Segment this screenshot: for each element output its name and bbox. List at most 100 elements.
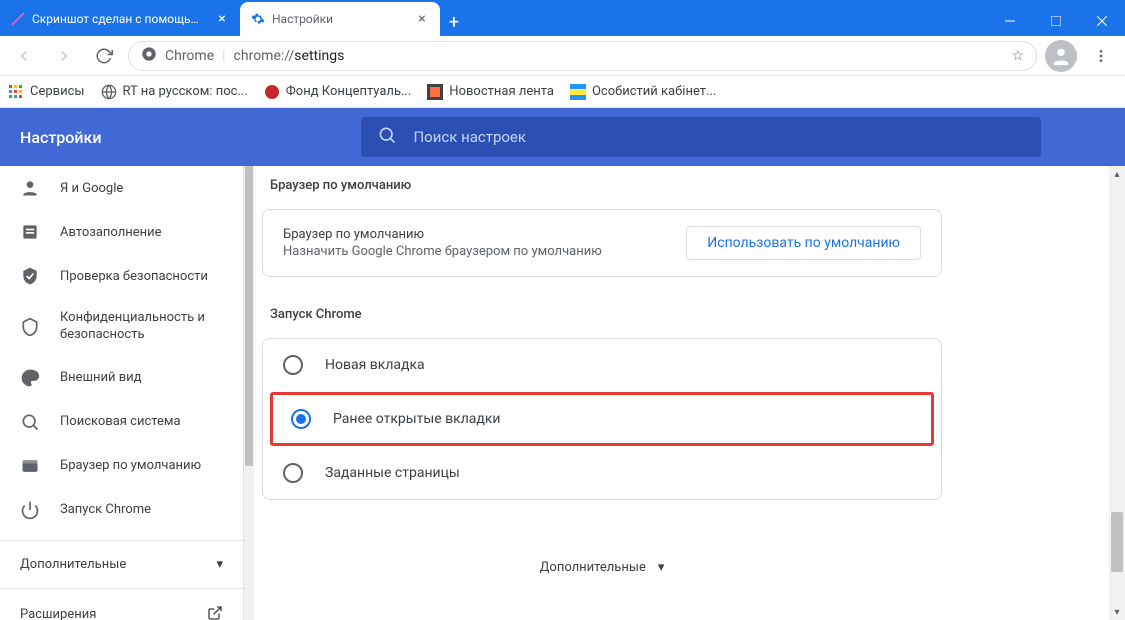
sidebar-item-label: Я и Google	[60, 181, 123, 196]
advanced-label: Дополнительные	[20, 557, 126, 572]
browser-icon	[20, 456, 40, 476]
bookmark-label: RT на русском: пос...	[123, 84, 248, 99]
search-icon	[20, 412, 40, 432]
palette-icon	[20, 368, 40, 388]
star-icon[interactable]: ☆	[1011, 48, 1024, 64]
startup-option-newtab[interactable]: Новая вкладка	[263, 339, 941, 391]
favicon-icon	[570, 84, 586, 100]
autofill-icon	[20, 222, 40, 242]
option-label: Новая вкладка	[325, 357, 425, 373]
settings-search-input[interactable]	[413, 128, 1025, 146]
chevron-down-icon: ▾	[216, 557, 223, 572]
sidebar-item-appearance[interactable]: Внешний вид	[0, 356, 243, 400]
shield-icon	[20, 317, 40, 337]
option-label: Заданные страницы	[325, 465, 460, 481]
sidebar-item-label: Автозаполнение	[60, 225, 162, 240]
scroll-down-icon[interactable]: ▾	[1109, 604, 1125, 620]
settings-header: Настройки	[0, 108, 1125, 166]
browser-tab-active[interactable]: Настройки ×	[240, 2, 440, 36]
advanced-label: Дополнительные	[540, 560, 646, 575]
scroll-up-icon[interactable]: ▴	[1109, 166, 1125, 182]
settings-gear-icon	[250, 11, 266, 27]
sidebar-scrollbar-thumb[interactable]	[245, 166, 253, 466]
sidebar-item-profile[interactable]: Я и Google	[0, 166, 243, 210]
reload-button[interactable]	[88, 40, 120, 72]
bookmarks-bar: Сервисы RT на русском: пос... Фонд Конце…	[0, 76, 1125, 108]
scrollbar-thumb[interactable]	[1111, 512, 1123, 572]
extensions-label: Расширения	[20, 607, 96, 620]
globe-icon	[101, 84, 117, 100]
sidebar-item-label: Конфиденциальность и безопасность	[60, 310, 223, 344]
default-browser-subtitle: Назначить Google Chrome браузером по умо…	[283, 244, 602, 259]
url-path: settings	[294, 48, 344, 64]
sidebar-item-label: Внешний вид	[60, 370, 142, 385]
new-tab-button[interactable]: +	[440, 8, 468, 36]
chevron-down-icon: ▾	[658, 560, 665, 575]
bookmark-label: Сервисы	[30, 84, 85, 99]
sidebar-item-startup[interactable]: Запуск Chrome	[0, 488, 243, 532]
startup-option-continue[interactable]: Ранее открытые вкладки	[271, 393, 933, 445]
window-minimize-button[interactable]	[987, 6, 1033, 36]
sidebar-item-default-browser[interactable]: Браузер по умолчанию	[0, 444, 243, 488]
omnibox-app-label: Chrome	[165, 48, 214, 64]
bookmark-item[interactable]: Особистий кабінет...	[570, 84, 716, 100]
sidebar-item-label: Проверка безопасности	[60, 269, 208, 284]
bookmark-item[interactable]: Фонд Концептуаль...	[264, 84, 412, 100]
shield-check-icon	[20, 266, 40, 286]
sidebar-advanced-toggle[interactable]: Дополнительные ▾	[0, 540, 243, 588]
make-default-button[interactable]: Использовать по умолчанию	[686, 226, 921, 260]
forward-button[interactable]	[48, 40, 80, 72]
sidebar-item-privacy[interactable]: Конфиденциальность и безопасность	[0, 298, 243, 356]
default-browser-title: Браузер по умолчанию	[283, 227, 602, 242]
startup-card: Новая вкладка Ранее открытые вкладки Зад…	[262, 338, 942, 500]
sidebar-extensions[interactable]: Расширения	[0, 588, 243, 620]
section-title-startup: Запуск Chrome	[270, 307, 942, 322]
browser-toolbar: Chrome | chrome://settings ☆	[0, 36, 1125, 76]
bookmark-label: Фонд Концептуаль...	[286, 84, 412, 99]
radio-icon	[283, 355, 303, 375]
section-title-default-browser: Браузер по умолчанию	[270, 178, 942, 193]
main-scrollbar[interactable]: ▴ ▾	[1109, 166, 1125, 620]
power-icon	[20, 500, 40, 520]
sidebar-item-safety[interactable]: Проверка безопасности	[0, 254, 243, 298]
startup-option-specific[interactable]: Заданные страницы	[263, 447, 941, 499]
sidebar-item-label: Поисковая система	[60, 414, 181, 429]
tab-label: Скриншот сделан с помощью L	[32, 12, 208, 26]
sidebar-item-autofill[interactable]: Автозаполнение	[0, 210, 243, 254]
lightshot-icon	[10, 11, 26, 27]
radio-checked-icon	[291, 409, 311, 429]
option-label: Ранее открытые вкладки	[333, 411, 501, 427]
close-icon[interactable]: ×	[214, 11, 230, 27]
sidebar-item-label: Браузер по умолчанию	[60, 458, 201, 473]
address-bar[interactable]: Chrome | chrome://settings ☆	[128, 41, 1037, 71]
person-icon	[20, 178, 40, 198]
search-icon	[377, 125, 397, 149]
window-maximize-button[interactable]	[1033, 6, 1079, 36]
chrome-logo-icon	[141, 46, 157, 66]
close-icon[interactable]: ×	[414, 11, 430, 27]
radio-icon	[283, 463, 303, 483]
sidebar-item-label: Запуск Chrome	[60, 502, 151, 517]
external-link-icon	[207, 605, 223, 620]
apps-shortcut[interactable]: Сервисы	[8, 84, 85, 100]
bookmark-item[interactable]: Новостная лента	[427, 84, 554, 100]
menu-button[interactable]	[1085, 40, 1117, 72]
settings-search-box[interactable]	[361, 117, 1041, 157]
settings-title: Настройки	[20, 128, 101, 147]
sidebar-item-search[interactable]: Поисковая система	[0, 400, 243, 444]
window-close-button[interactable]	[1079, 6, 1125, 36]
settings-main: Браузер по умолчанию Браузер по умолчани…	[254, 166, 1109, 620]
browser-tab[interactable]: Скриншот сделан с помощью L ×	[0, 2, 240, 36]
window-titlebar: Скриншот сделан с помощью L × Настройки …	[0, 0, 1125, 36]
bookmark-label: Новостная лента	[449, 84, 554, 99]
profile-avatar[interactable]	[1045, 40, 1077, 72]
default-browser-card: Браузер по умолчанию Назначить Google Ch…	[262, 209, 942, 277]
advanced-toggle-main[interactable]: Дополнительные ▾	[262, 560, 942, 575]
bookmark-label: Особистий кабінет...	[592, 84, 716, 99]
back-button[interactable]	[8, 40, 40, 72]
url-scheme: chrome://	[234, 48, 295, 64]
settings-sidebar: Я и Google Автозаполнение Проверка безоп…	[0, 166, 244, 620]
favicon-icon	[427, 84, 443, 100]
favicon-icon	[264, 84, 280, 100]
bookmark-item[interactable]: RT на русском: пос...	[101, 84, 248, 100]
